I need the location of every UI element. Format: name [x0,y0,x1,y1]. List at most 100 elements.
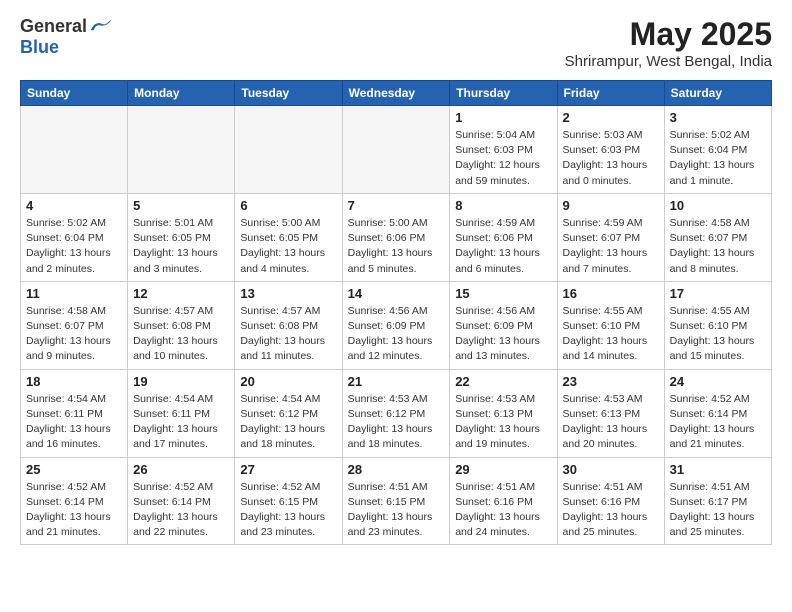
day-info: Sunrise: 5:00 AM Sunset: 6:05 PM Dayligh… [240,216,336,277]
day-info: Sunrise: 5:01 AM Sunset: 6:05 PM Dayligh… [133,216,229,277]
logo: General Blue [20,16,113,58]
weekday-header-monday: Monday [128,81,235,106]
calendar-cell: 29 Sunrise: 4:51 AM Sunset: 6:16 PM Dayli… [450,457,557,545]
calendar-cell: 1 Sunrise: 5:04 AM Sunset: 6:03 PM Daylig… [450,106,557,194]
calendar-cell [342,106,450,194]
calendar-cell: 18 Sunrise: 4:54 AM Sunset: 6:11 PM Dayli… [21,369,128,457]
day-number: 20 [240,374,336,389]
day-info: Sunrise: 4:52 AM Sunset: 6:15 PM Dayligh… [240,480,336,541]
day-number: 9 [563,198,659,213]
weekday-header-saturday: Saturday [664,81,771,106]
calendar-cell: 20 Sunrise: 4:54 AM Sunset: 6:12 PM Dayli… [235,369,342,457]
day-number: 10 [670,198,766,213]
calendar-week-row: 1 Sunrise: 5:04 AM Sunset: 6:03 PM Daylig… [21,106,772,194]
calendar-cell: 17Sunrise: 4:55 AM Sunset: 6:10 PM Dayli… [664,281,771,369]
calendar-week-row: 25Sunrise: 4:52 AM Sunset: 6:14 PM Dayli… [21,457,772,545]
day-number: 4 [26,198,122,213]
day-number: 19 [133,374,229,389]
day-info: Sunrise: 4:57 AM Sunset: 6:08 PM Dayligh… [240,304,336,365]
day-number: 22 [455,374,551,389]
calendar-cell [21,106,128,194]
calendar-cell: 2 Sunrise: 5:03 AM Sunset: 6:03 PM Daylig… [557,106,664,194]
calendar-cell: 12 Sunrise: 4:57 AM Sunset: 6:08 PM Dayli… [128,281,235,369]
day-info: Sunrise: 5:02 AM Sunset: 6:04 PM Dayligh… [670,128,766,189]
calendar-cell: 4 Sunrise: 5:02 AM Sunset: 6:04 PM Daylig… [21,193,128,281]
day-info: Sunrise: 4:51 AM Sunset: 6:16 PM Dayligh… [455,480,551,541]
calendar-cell: 3 Sunrise: 5:02 AM Sunset: 6:04 PM Daylig… [664,106,771,194]
calendar-cell: 5 Sunrise: 5:01 AM Sunset: 6:05 PM Daylig… [128,193,235,281]
day-info: Sunrise: 5:02 AM Sunset: 6:04 PM Dayligh… [26,216,122,277]
day-info: Sunrise: 4:54 AM Sunset: 6:11 PM Dayligh… [26,392,122,453]
weekday-header-wednesday: Wednesday [342,81,450,106]
day-info: Sunrise: 4:52 AM Sunset: 6:14 PM Dayligh… [133,480,229,541]
calendar-cell: 27 Sunrise: 4:52 AM Sunset: 6:15 PM Dayli… [235,457,342,545]
logo-blue-text: Blue [20,37,59,58]
day-number: 21 [348,374,445,389]
day-info: Sunrise: 5:04 AM Sunset: 6:03 PM Dayligh… [455,128,551,189]
day-number: 11 [26,286,122,301]
day-number: 2 [563,110,659,125]
calendar-week-row: 11 Sunrise: 4:58 AM Sunset: 6:07 PM Dayli… [21,281,772,369]
day-number: 8 [455,198,551,213]
day-info: Sunrise: 4:51 AM Sunset: 6:15 PM Dayligh… [348,480,445,541]
weekday-header-thursday: Thursday [450,81,557,106]
day-number: 31 [670,462,766,477]
calendar-cell: 14 Sunrise: 4:56 AM Sunset: 6:09 PM Dayli… [342,281,450,369]
weekday-header-sunday: Sunday [21,81,128,106]
calendar-week-row: 4 Sunrise: 5:02 AM Sunset: 6:04 PM Daylig… [21,193,772,281]
calendar-cell: 10 Sunrise: 4:58 AM Sunset: 6:07 PM Dayli… [664,193,771,281]
day-number: 29 [455,462,551,477]
calendar-week-row: 18 Sunrise: 4:54 AM Sunset: 6:11 PM Dayli… [21,369,772,457]
day-info: Sunrise: 4:58 AM Sunset: 6:07 PM Dayligh… [26,304,122,365]
calendar-cell: 23 Sunrise: 4:53 AM Sunset: 6:13 PM Dayli… [557,369,664,457]
day-info: Sunrise: 5:03 AM Sunset: 6:03 PM Dayligh… [563,128,659,189]
day-info: Sunrise: 4:52 AM Sunset: 6:14 PM Dayligh… [670,392,766,453]
calendar-table: SundayMondayTuesdayWednesdayThursdayFrid… [20,80,772,545]
day-number: 15 [455,286,551,301]
calendar-cell: 15 Sunrise: 4:56 AM Sunset: 6:09 PM Dayli… [450,281,557,369]
day-number: 5 [133,198,229,213]
day-info: Sunrise: 4:51 AM Sunset: 6:17 PM Dayligh… [670,480,766,541]
day-number: 30 [563,462,659,477]
day-info: Sunrise: 4:54 AM Sunset: 6:12 PM Dayligh… [240,392,336,453]
calendar-cell: 16 Sunrise: 4:55 AM Sunset: 6:10 PM Dayli… [557,281,664,369]
calendar-cell: 7Sunrise: 5:00 AM Sunset: 6:06 PM Daylig… [342,193,450,281]
day-number: 6 [240,198,336,213]
day-number: 7 [348,198,445,213]
day-info: Sunrise: 4:53 AM Sunset: 6:12 PM Dayligh… [348,392,445,453]
day-info: Sunrise: 4:51 AM Sunset: 6:16 PM Dayligh… [563,480,659,541]
day-number: 3 [670,110,766,125]
month-title: May 2025 [565,16,772,53]
day-number: 14 [348,286,445,301]
day-info: Sunrise: 4:57 AM Sunset: 6:08 PM Dayligh… [133,304,229,365]
day-number: 1 [455,110,551,125]
calendar-cell: 30 Sunrise: 4:51 AM Sunset: 6:16 PM Dayli… [557,457,664,545]
day-number: 18 [26,374,122,389]
day-number: 24 [670,374,766,389]
day-number: 12 [133,286,229,301]
day-number: 26 [133,462,229,477]
day-number: 27 [240,462,336,477]
day-info: Sunrise: 4:59 AM Sunset: 6:06 PM Dayligh… [455,216,551,277]
title-area: May 2025 Shrirampur, West Bengal, India [565,16,772,70]
calendar-cell [128,106,235,194]
location-subtitle: Shrirampur, West Bengal, India [565,53,772,70]
day-info: Sunrise: 4:52 AM Sunset: 6:14 PM Dayligh… [26,480,122,541]
day-number: 23 [563,374,659,389]
calendar-cell: 6 Sunrise: 5:00 AM Sunset: 6:05 PM Daylig… [235,193,342,281]
day-number: 16 [563,286,659,301]
calendar-cell: 22Sunrise: 4:53 AM Sunset: 6:13 PM Dayli… [450,369,557,457]
logo-bird-icon [89,18,113,36]
day-info: Sunrise: 4:56 AM Sunset: 6:09 PM Dayligh… [348,304,445,365]
day-info: Sunrise: 4:55 AM Sunset: 6:10 PM Dayligh… [563,304,659,365]
calendar-cell: 24 Sunrise: 4:52 AM Sunset: 6:14 PM Dayli… [664,369,771,457]
calendar-cell: 21 Sunrise: 4:53 AM Sunset: 6:12 PM Dayli… [342,369,450,457]
calendar-cell: 8 Sunrise: 4:59 AM Sunset: 6:06 PM Daylig… [450,193,557,281]
calendar-cell: 11 Sunrise: 4:58 AM Sunset: 6:07 PM Dayli… [21,281,128,369]
day-info: Sunrise: 4:53 AM Sunset: 6:13 PM Dayligh… [563,392,659,453]
calendar-cell: 28Sunrise: 4:51 AM Sunset: 6:15 PM Dayli… [342,457,450,545]
day-number: 17 [670,286,766,301]
calendar-cell: 25Sunrise: 4:52 AM Sunset: 6:14 PM Dayli… [21,457,128,545]
day-info: Sunrise: 4:58 AM Sunset: 6:07 PM Dayligh… [670,216,766,277]
day-info: Sunrise: 4:56 AM Sunset: 6:09 PM Dayligh… [455,304,551,365]
